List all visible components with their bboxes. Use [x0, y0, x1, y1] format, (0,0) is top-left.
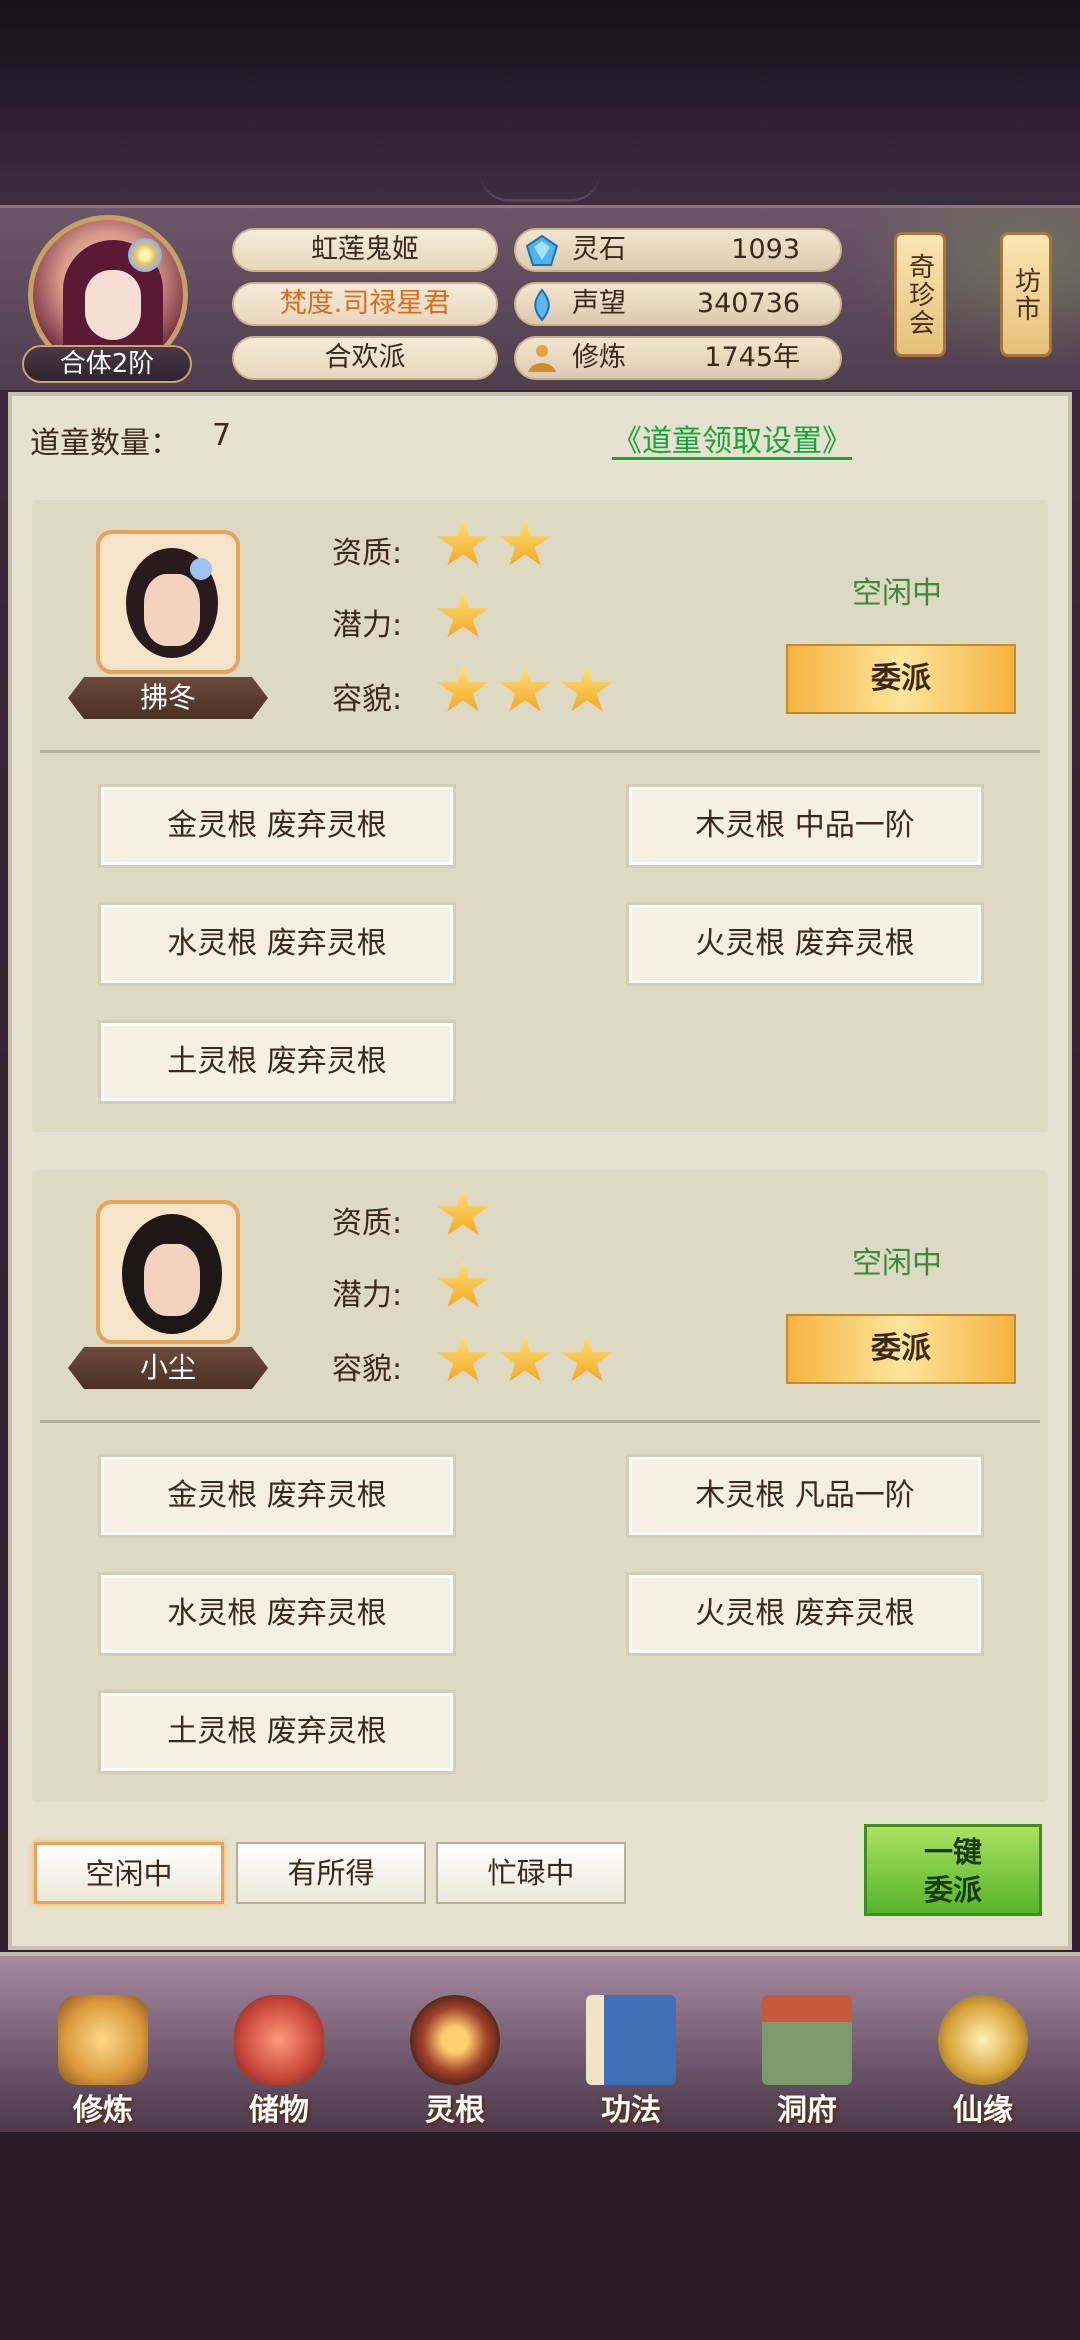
player-name: 虹莲鬼姬 — [232, 228, 498, 272]
one-click-line2: 委派 — [923, 1873, 982, 1907]
resource-value: 1745年 — [704, 342, 800, 373]
star-icon — [437, 590, 489, 638]
rank-badge: 合体2阶 — [22, 345, 192, 383]
dispatch-button[interactable]: 委派 — [786, 1314, 1016, 1384]
nav-item-spirit-root[interactable]: 灵根 — [380, 1985, 530, 2128]
star-icon — [499, 1334, 551, 1382]
player-title: 梵度.司禄星君 — [232, 282, 498, 326]
star-icon — [437, 664, 489, 712]
card-divider — [40, 1420, 1040, 1423]
apprentice-name: 拂冬 — [68, 677, 268, 719]
resource-label: 修炼 — [572, 342, 626, 373]
star-icon — [561, 1334, 613, 1382]
aptitude-stars — [436, 1188, 490, 1240]
spirit-stone-icon — [525, 234, 559, 266]
hair-ornament-icon — [190, 558, 212, 580]
nav-item-immortal-fate[interactable]: 仙缘 — [908, 1985, 1058, 2128]
star-icon — [437, 1334, 489, 1382]
spirit-root-icon — [410, 1995, 500, 2085]
apprentice-name: 小尘 — [68, 1347, 268, 1389]
star-icon — [499, 518, 551, 566]
technique-book-icon — [586, 1995, 676, 2085]
filter-gained-tab[interactable]: 有所得 — [236, 1842, 426, 1904]
portrait-face — [144, 574, 200, 646]
filter-idle-tab[interactable]: 空闲中 — [34, 1842, 224, 1904]
resource-value: 1093 — [731, 234, 800, 265]
nav-label: 修炼 — [73, 2093, 133, 2128]
storage-bag-icon — [234, 1995, 324, 2085]
spirit-root-item: 木灵根 中品一阶 — [626, 784, 984, 868]
potential-stars — [436, 590, 490, 642]
one-click-line1: 一键 — [923, 1835, 982, 1869]
filter-busy-tab[interactable]: 忙碌中 — [436, 1842, 626, 1904]
player-sect: 合欢派 — [232, 336, 498, 380]
resource-label: 声望 — [572, 288, 626, 319]
nav-item-technique[interactable]: 功法 — [556, 1985, 706, 2128]
nav-label: 功法 — [601, 2093, 661, 2128]
star-icon — [499, 664, 551, 712]
avatar-face — [85, 270, 141, 340]
nav-label: 灵根 — [425, 2093, 485, 2128]
nav-item-cultivate[interactable]: 修炼 — [28, 1985, 178, 2128]
aptitude-label: 资质: — [332, 536, 403, 571]
reputation-icon — [534, 288, 550, 322]
resource-reputation: 声望 340736 — [514, 282, 842, 326]
immortal-fate-icon — [938, 1995, 1028, 2085]
spirit-root-item: 火灵根 废弃灵根 — [626, 1572, 984, 1656]
market-button[interactable]: 坊市 — [1000, 232, 1052, 357]
spirit-root-item: 金灵根 废弃灵根 — [98, 1454, 456, 1538]
appearance-label: 容貌: — [332, 1352, 403, 1387]
star-icon — [437, 1260, 489, 1308]
cultivate-icon — [58, 1995, 148, 2085]
resource-spirit-stone: 灵石 1093 — [514, 228, 842, 272]
portrait-face — [144, 1244, 200, 1316]
top-ornament — [480, 172, 600, 202]
potential-stars — [436, 1260, 490, 1312]
bottom-background — [0, 2132, 1080, 2340]
resource-value: 340736 — [696, 288, 800, 319]
aptitude-stars — [436, 518, 552, 570]
apprentice-status: 空闲中 — [852, 1246, 942, 1281]
aptitude-label: 资质: — [332, 1206, 403, 1241]
nav-label: 仙缘 — [953, 2093, 1013, 2128]
star-icon — [437, 518, 489, 566]
appearance-stars — [436, 1334, 614, 1386]
resource-label: 灵石 — [572, 234, 626, 265]
card-divider — [40, 750, 1040, 753]
star-icon — [561, 664, 613, 712]
treasure-hall-button[interactable]: 奇珍会 — [894, 232, 946, 357]
spirit-root-item: 木灵根 凡品一阶 — [626, 1454, 984, 1538]
spirit-root-item: 金灵根 废弃灵根 — [98, 784, 456, 868]
spirit-root-item: 土灵根 废弃灵根 — [98, 1690, 456, 1774]
nav-label: 储物 — [249, 2093, 309, 2128]
apprentice-count-value: 7 — [212, 418, 232, 453]
appearance-label: 容貌: — [332, 682, 403, 717]
apprentice-portrait[interactable] — [96, 1200, 240, 1344]
potential-label: 潜力: — [332, 1278, 403, 1313]
cultivation-icon — [528, 345, 556, 372]
apprentice-portrait[interactable] — [96, 530, 240, 674]
spirit-root-item: 火灵根 废弃灵根 — [626, 902, 984, 986]
potential-label: 潜力: — [332, 608, 403, 643]
apprentice-settings-link[interactable]: 《道童领取设置》 — [612, 416, 852, 460]
nav-item-cave-dwelling[interactable]: 洞府 — [732, 1985, 882, 2128]
flower-icon — [128, 238, 162, 272]
apprentice-count-label: 道童数量： — [30, 426, 180, 461]
dispatch-button[interactable]: 委派 — [786, 644, 1016, 714]
spirit-root-item: 水灵根 废弃灵根 — [98, 902, 456, 986]
spirit-root-item: 土灵根 废弃灵根 — [98, 1020, 456, 1104]
appearance-stars — [436, 664, 614, 716]
resource-cultivation: 修炼 1745年 — [514, 336, 842, 380]
cave-dwelling-icon — [762, 1995, 852, 2085]
spirit-root-item: 水灵根 废弃灵根 — [98, 1572, 456, 1656]
nav-label: 洞府 — [777, 2093, 837, 2128]
star-icon — [437, 1188, 489, 1236]
one-click-dispatch-button[interactable]: 一键 委派 — [864, 1824, 1042, 1916]
nav-item-storage[interactable]: 储物 — [204, 1985, 354, 2128]
apprentice-status: 空闲中 — [852, 576, 942, 611]
